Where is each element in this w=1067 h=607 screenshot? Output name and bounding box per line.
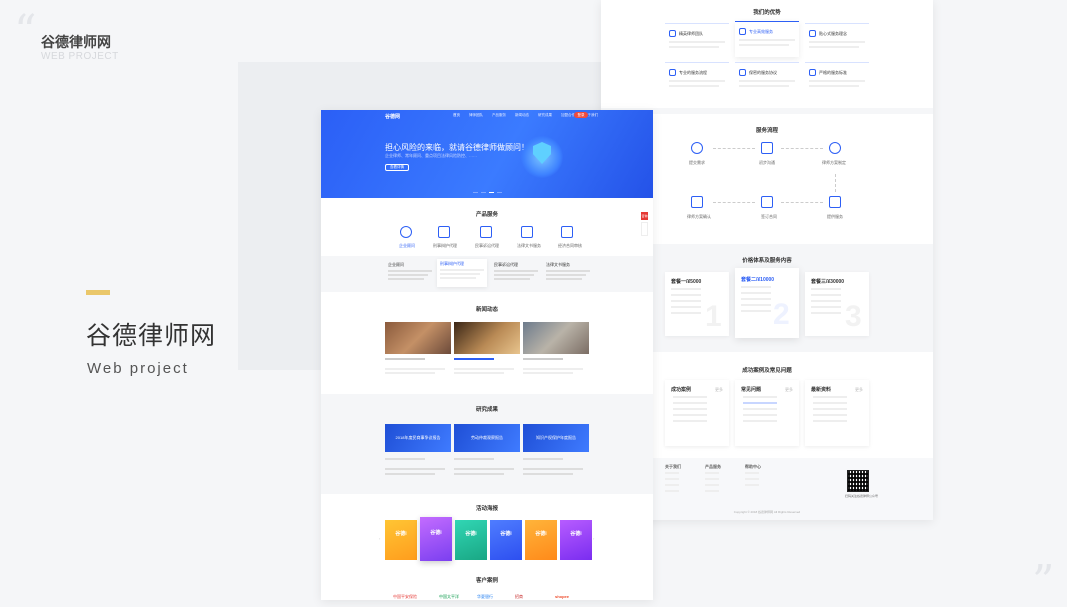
advantage-card: 保密的服务协议 bbox=[735, 62, 799, 96]
product-label[interactable]: 经济合同审核 bbox=[558, 243, 582, 249]
product-section-title: 产品服务 bbox=[475, 212, 498, 218]
activity-poster[interactable]: 谷德i bbox=[455, 520, 487, 560]
advantage-card: 精英律师团队 bbox=[665, 23, 729, 57]
home-page-mockup: 谷德网 首页 律师团队 产品服务 新闻动态 研究成果 加盟合作 关于我们 登录 … bbox=[321, 110, 653, 600]
product-label[interactable]: 企业顾问 bbox=[399, 243, 415, 249]
nav-item[interactable]: 首页 bbox=[453, 113, 460, 118]
hero-banner: 谷德网 首页 律师团队 产品服务 新闻动态 研究成果 加盟合作 关于我们 登录 … bbox=[321, 110, 653, 198]
product-detail-strip: 企业顾问 刑事辩护代理 民事诉讼代理 法律文书服务 bbox=[321, 256, 653, 292]
hexagon-icon bbox=[829, 142, 841, 154]
research-card[interactable]: 劳动仲裁观察报告 bbox=[454, 424, 520, 452]
product-label[interactable]: 民事诉讼代理 bbox=[475, 243, 499, 249]
news-image-2[interactable] bbox=[454, 322, 520, 354]
nav-item[interactable]: 加盟合作 bbox=[561, 113, 575, 118]
news-image-3[interactable] bbox=[523, 322, 589, 354]
client-logo: 中国平安保险 bbox=[393, 594, 417, 599]
research-card[interactable]: 2018年度民商事争议报告 bbox=[385, 424, 451, 452]
client-logo: 华夏银行 bbox=[477, 594, 493, 599]
client-section-title: 客户案例 bbox=[475, 578, 498, 584]
activity-poster[interactable]: 谷德i bbox=[385, 520, 417, 560]
eye-icon bbox=[691, 196, 703, 208]
user-icon bbox=[400, 226, 412, 238]
brand-title-top: 谷德律师网 bbox=[41, 34, 111, 50]
cases-card-1[interactable]: 成功案例 更多 bbox=[665, 380, 729, 446]
poster-next-arrow-icon[interactable]: › bbox=[593, 536, 594, 542]
nav-item[interactable]: 律师团队 bbox=[469, 113, 483, 118]
research-card[interactable]: 知识产权保护年度报告 bbox=[523, 424, 589, 452]
monitor-icon bbox=[761, 142, 773, 154]
product-label[interactable]: 刑事辩护代理 bbox=[433, 243, 457, 249]
bar-chart-icon bbox=[561, 226, 573, 238]
client-logo: shopee bbox=[555, 594, 570, 599]
hero-subtitle: 企业律师、常年顾问、重点项目法律风险防控、…… bbox=[385, 153, 477, 158]
package-card-2[interactable]: 套餐二/¥10000 2 bbox=[735, 268, 799, 338]
client-logo: 招商 bbox=[515, 594, 523, 599]
hero-title: 担心风险的来临，就请谷德律师做顾问！ bbox=[385, 143, 529, 152]
contract-icon bbox=[761, 196, 773, 208]
site-logo[interactable]: 谷德网 bbox=[385, 113, 400, 120]
qr-code-icon bbox=[847, 470, 869, 492]
nav-item[interactable]: 产品服务 bbox=[492, 113, 506, 118]
activity-poster[interactable]: 谷德i bbox=[525, 520, 557, 560]
activity-section-title: 活动海报 bbox=[475, 506, 498, 512]
advantage-card: 严格的服务标准 bbox=[805, 62, 869, 96]
activity-poster[interactable]: 谷德i bbox=[490, 520, 522, 560]
brand-subtitle-main: Web project bbox=[87, 360, 189, 377]
side-toolbar[interactable] bbox=[641, 222, 648, 236]
login-button[interactable]: 登录 bbox=[574, 112, 588, 118]
activity-poster[interactable]: 谷德i bbox=[560, 520, 592, 560]
handshake-icon bbox=[691, 142, 703, 154]
cases-card-2[interactable]: 常见问题 更多 bbox=[735, 380, 799, 446]
open-quote-icon: “ bbox=[14, 6, 37, 57]
news-image-1[interactable] bbox=[385, 322, 451, 354]
document-icon bbox=[521, 226, 533, 238]
close-quote-icon: ” bbox=[1032, 556, 1055, 607]
package-card-3[interactable]: 套餐三/¥30000 3 bbox=[805, 272, 869, 336]
advantage-card: 贴心式服务理念 bbox=[805, 23, 869, 57]
research-section: 研究成果 2018年度民商事争议报告 劳动仲裁观察报告 知识产权保护年度报告 bbox=[321, 394, 653, 494]
cases-card-3[interactable]: 最新资料 更多 bbox=[805, 380, 869, 446]
activity-poster[interactable]: 谷德i bbox=[420, 517, 452, 561]
news-section-title: 新闻动态 bbox=[475, 307, 498, 313]
document-icon bbox=[829, 196, 841, 208]
advantages-title: 我们的优势 bbox=[753, 10, 781, 16]
scales-icon bbox=[480, 226, 492, 238]
advantage-card: 专业高效服务 bbox=[735, 21, 799, 57]
nav-item[interactable]: 新闻动态 bbox=[515, 113, 529, 118]
research-section-title: 研究成果 bbox=[475, 407, 498, 413]
product-label[interactable]: 法律文书服务 bbox=[517, 243, 541, 249]
gavel-icon bbox=[438, 226, 450, 238]
advantages-grid: 精英律师团队 专业高效服务 贴心式服务理念 专业的服务流程 保密的服务协议 严格… bbox=[665, 18, 869, 100]
package-card-1[interactable]: 套餐一/¥5000 1 bbox=[665, 272, 729, 336]
advantage-card: 专业的服务流程 bbox=[665, 62, 729, 96]
nav-item[interactable]: 研究成果 bbox=[538, 113, 552, 118]
accent-bar bbox=[86, 290, 110, 295]
hero-detail-button[interactable]: 查看详情 bbox=[385, 164, 409, 171]
poster-prev-arrow-icon[interactable]: ‹ bbox=[379, 536, 380, 542]
hero-dots bbox=[473, 192, 502, 194]
client-logo: 中国太平洋 bbox=[439, 594, 459, 599]
brand-title-main: 谷德律师网 bbox=[86, 322, 217, 350]
brand-subtitle-top: WEB PROJECT bbox=[41, 51, 119, 62]
